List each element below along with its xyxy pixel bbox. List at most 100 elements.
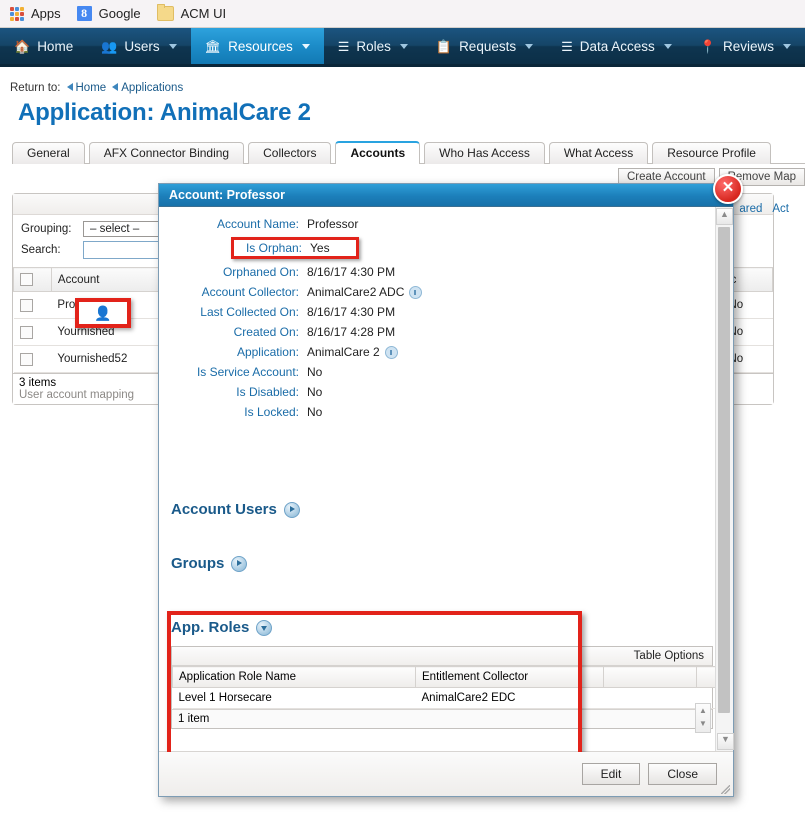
close-button[interactable]: Close <box>648 763 717 785</box>
field-label: Application: <box>159 345 307 359</box>
section-app-roles-header[interactable]: App. Roles <box>171 619 711 636</box>
breadcrumb-link-applications[interactable]: Applications <box>112 82 183 94</box>
google-g-icon: 8 <box>77 6 92 21</box>
bookmark-label: Apps <box>31 6 61 21</box>
bookmark-label: ACM UI <box>181 6 227 21</box>
field-value: Professor <box>307 217 358 231</box>
field-account-name: Account Name: Professor <box>159 217 733 231</box>
resize-grip[interactable] <box>721 785 730 794</box>
nav-item-requests[interactable]: 📋 Requests <box>422 28 547 64</box>
tab-general[interactable]: General <box>12 142 85 164</box>
dialog-footer: Edit Close <box>159 751 733 796</box>
nav-item-label: Data Access <box>580 39 655 54</box>
field-value: No <box>307 365 322 379</box>
nav-item-resources[interactable]: 🏛 Resources <box>191 28 324 64</box>
info-icon[interactable] <box>385 346 398 359</box>
row-checkbox-cell[interactable] <box>14 292 52 319</box>
users-icon: 👥 <box>101 40 117 53</box>
nav-item-label: Users <box>124 39 159 54</box>
tab-accounts[interactable]: Accounts <box>335 141 420 164</box>
field-label: Last Collected On: <box>159 305 307 319</box>
nav-item-data-access[interactable]: ☰ Data Access <box>547 28 686 64</box>
folder-icon <box>157 6 174 21</box>
chevron-down-icon <box>302 44 310 49</box>
arrow-left-icon <box>67 83 73 91</box>
field-label: Is Disabled: <box>159 385 307 399</box>
column-header-entitlement-collector[interactable]: Entitlement Collector <box>416 667 604 688</box>
checkbox-icon[interactable] <box>20 299 33 312</box>
checkbox-icon[interactable] <box>20 326 33 339</box>
field-value: 8/16/17 4:28 PM <box>307 325 395 339</box>
tab-who-has-access[interactable]: Who Has Access <box>424 142 545 164</box>
column-header-account[interactable]: Account <box>51 268 171 292</box>
row-checkbox-cell[interactable] <box>14 319 52 346</box>
cell-spacer-a <box>604 688 697 709</box>
nav-item-home[interactable]: 🏠 Home <box>0 28 87 64</box>
checkbox-icon[interactable] <box>20 273 33 286</box>
field-value: 8/16/17 4:30 PM <box>307 265 395 279</box>
scroll-down-icon[interactable]: ▼ <box>717 733 734 750</box>
field-label: Is Orphan: <box>234 241 310 255</box>
section-label: App. Roles <box>171 619 249 636</box>
section-account-users[interactable]: Account Users <box>171 501 300 518</box>
scroll-down-icon[interactable]: ▼ <box>696 717 710 730</box>
scroll-up-icon[interactable]: ▲ <box>696 704 710 717</box>
field-orphaned-on: Orphaned On: 8/16/17 4:30 PM <box>159 265 733 279</box>
cell-account: Yournished52 <box>51 346 171 373</box>
nav-item-label: Resources <box>228 39 293 54</box>
bookmark-label: Google <box>99 6 141 21</box>
field-value: No <box>307 405 322 419</box>
bookmark-apps[interactable]: Apps <box>10 6 61 21</box>
scrollbar-thumb[interactable] <box>718 227 730 713</box>
search-label: Search: <box>21 244 83 256</box>
dialog-scrollbar[interactable]: ▲ ▼ <box>715 207 733 752</box>
tab-resource-profile[interactable]: Resource Profile <box>652 142 771 164</box>
scroll-up-icon[interactable]: ▲ <box>716 208 733 225</box>
highlight-is-orphan-wrap: Is Orphan: Yes <box>159 237 733 259</box>
breadcrumb-link-home[interactable]: Home <box>67 82 107 94</box>
nav-item-roles[interactable]: ☰ Roles <box>324 28 422 64</box>
bookmark-acm-ui[interactable]: ACM UI <box>157 6 227 21</box>
section-label: Account Users <box>171 501 277 518</box>
info-icon[interactable] <box>409 286 422 299</box>
tab-afx-connector-binding[interactable]: AFX Connector Binding <box>89 142 244 164</box>
column-header-application-role-name[interactable]: Application Role Name <box>173 667 416 688</box>
subtab-active[interactable]: Act <box>772 203 789 215</box>
highlight-account-status-icon: 👤 <box>75 298 131 328</box>
field-is-service-account: Is Service Account: No <box>159 365 733 379</box>
chevron-right-icon[interactable] <box>231 556 247 572</box>
tab-collectors[interactable]: Collectors <box>248 142 331 164</box>
section-groups[interactable]: Groups <box>171 555 247 572</box>
field-value: AnimalCare 2 <box>307 345 380 359</box>
field-label: Created On: <box>159 325 307 339</box>
home-icon: 🏠 <box>14 40 30 53</box>
breadcrumb-label: Home <box>76 82 107 94</box>
pin-icon: 📍 <box>700 40 716 53</box>
table-header-row: Application Role Name Entitlement Collec… <box>173 667 734 688</box>
nav-item-label: Roles <box>356 39 391 54</box>
field-created-on: Created On: 8/16/17 4:28 PM <box>159 325 733 339</box>
nav-item-users[interactable]: 👥 Users <box>87 28 190 64</box>
org-chart-icon: ☰ <box>338 40 350 53</box>
chevron-down-icon <box>525 44 533 49</box>
field-value: Yes <box>310 241 330 255</box>
close-icon[interactable]: ✕ <box>713 174 743 204</box>
chevron-right-icon[interactable] <box>284 502 300 518</box>
row-checkbox-cell[interactable] <box>14 346 52 373</box>
nav-item-reviews[interactable]: 📍 Reviews <box>686 28 805 64</box>
chevron-down-icon <box>783 44 791 49</box>
subtab-shared[interactable]: ared <box>739 203 762 215</box>
table-row[interactable]: Level 1 Horsecare AnimalCare2 EDC <box>173 688 734 709</box>
table-options-button[interactable]: Table Options <box>172 647 712 666</box>
edit-button[interactable]: Edit <box>582 763 641 785</box>
user-orphan-icon: 👤 <box>94 305 111 322</box>
select-all-header[interactable] <box>14 268 52 292</box>
app-roles-scrollbar[interactable]: ▲ ▼ <box>695 703 711 733</box>
tab-what-access[interactable]: What Access <box>549 142 648 164</box>
app-roles-table-container: Table Options Application Role Name Enti… <box>171 646 713 729</box>
checkbox-icon[interactable] <box>20 353 33 366</box>
tab-bar: General AFX Connector Binding Collectors… <box>12 140 805 164</box>
bookmark-google[interactable]: 8 Google <box>77 6 141 21</box>
chevron-down-icon[interactable] <box>256 620 272 636</box>
dialog-body: Account Name: Professor Is Orphan: Yes O… <box>159 207 733 752</box>
